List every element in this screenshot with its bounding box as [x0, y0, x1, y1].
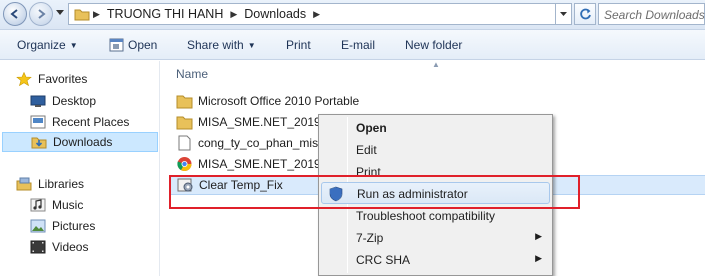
- nav-desktop-label: Desktop: [52, 94, 97, 108]
- menu-item-7zip[interactable]: 7-Zip ▶: [321, 227, 550, 249]
- sort-indicator-icon: ▲: [432, 60, 440, 69]
- arrow-left-icon: [10, 9, 18, 19]
- arrow-right-icon: [38, 9, 46, 19]
- star-icon: [16, 72, 32, 86]
- print-button[interactable]: Print: [286, 38, 311, 52]
- column-header-name[interactable]: Name: [176, 67, 208, 81]
- chrome-icon: [177, 157, 192, 171]
- chevron-down-icon: ▼: [69, 40, 78, 50]
- breadcrumb-downloads[interactable]: Downloads: [244, 7, 306, 21]
- search-placeholder: Search Downloads: [604, 8, 705, 22]
- submenu-arrow-icon: ▶: [535, 253, 542, 263]
- menu-item-troubleshoot-label: Troubleshoot compatibility: [356, 209, 495, 223]
- address-field[interactable]: ▶ TRUONG THI HANH ▶ Downloads ▶: [68, 3, 556, 25]
- new-folder-label: New folder: [405, 38, 463, 52]
- program-icon: [109, 38, 124, 52]
- organize-button[interactable]: Organize ▼: [17, 38, 78, 52]
- file-name: cong_ty_co_phan_misa: [198, 136, 325, 150]
- email-label: E-mail: [341, 38, 376, 52]
- refresh-icon: [579, 8, 591, 19]
- chevron-down-icon: [560, 11, 567, 16]
- refresh-button[interactable]: [574, 3, 596, 25]
- recent-pages-dropdown-icon[interactable]: [56, 10, 64, 16]
- nav-downloads[interactable]: Downloads: [2, 132, 158, 152]
- nav-music[interactable]: Music: [30, 195, 83, 215]
- libraries-icon: [16, 177, 32, 191]
- submenu-arrow-icon: ▶: [535, 231, 542, 241]
- list-item[interactable]: cong_ty_co_phan_misa: [176, 133, 325, 153]
- nav-desktop[interactable]: Desktop: [30, 91, 96, 111]
- menu-item-7zip-label: 7-Zip: [356, 231, 384, 245]
- breadcrumb-user[interactable]: TRUONG THI HANH: [107, 7, 223, 21]
- organize-label: Organize: [17, 38, 66, 52]
- nav-pictures[interactable]: Pictures: [30, 216, 95, 236]
- file-name: Microsoft Office 2010 Portable: [198, 94, 360, 108]
- nav-videos[interactable]: Videos: [30, 237, 88, 257]
- nav-downloads-label: Downloads: [53, 135, 113, 149]
- desktop-icon: [30, 95, 46, 107]
- command-bar: Organize ▼ Open Share with ▼ Print E-mai…: [0, 30, 705, 60]
- list-item[interactable]: Microsoft Office 2010 Portable: [176, 91, 359, 111]
- nav-libraries[interactable]: Libraries: [16, 174, 84, 194]
- document-icon: [178, 135, 191, 151]
- back-button[interactable]: [3, 2, 27, 26]
- pictures-icon: [30, 219, 46, 233]
- menu-item-open[interactable]: Open: [321, 117, 550, 139]
- nav-favorites-label: Favorites: [38, 72, 88, 86]
- forward-button[interactable]: [29, 2, 53, 26]
- menu-item-crc-sha[interactable]: CRC SHA ▶: [321, 249, 550, 271]
- folder-icon: [74, 9, 90, 21]
- search-input[interactable]: Search Downloads: [598, 3, 705, 25]
- address-history-dropdown[interactable]: [556, 3, 572, 25]
- breadcrumb-separator-icon[interactable]: ▶: [230, 9, 237, 20]
- music-icon: [30, 198, 46, 212]
- videos-icon: [30, 240, 46, 254]
- open-button[interactable]: Open: [109, 38, 157, 52]
- email-button[interactable]: E-mail: [341, 38, 375, 52]
- menu-item-crc-sha-label: CRC SHA: [356, 253, 411, 267]
- nav-videos-label: Videos: [52, 240, 89, 254]
- menu-item-edit[interactable]: Edit: [321, 139, 550, 161]
- nav-music-label: Music: [52, 198, 84, 212]
- menu-item-edit-label: Edit: [356, 143, 377, 157]
- share-with-label: Share with: [187, 38, 244, 52]
- open-label: Open: [128, 38, 158, 52]
- print-label: Print: [286, 38, 311, 52]
- menu-item-open-label: Open: [356, 121, 387, 135]
- breadcrumb-separator-icon[interactable]: ▶: [93, 9, 100, 20]
- navigation-pane: Favorites Desktop Recent Places Download…: [0, 61, 160, 276]
- nav-pictures-label: Pictures: [52, 219, 96, 233]
- recent-places-icon: [30, 115, 46, 129]
- folder-icon: [176, 95, 193, 109]
- nav-recent-places[interactable]: Recent Places: [30, 112, 129, 132]
- new-folder-button[interactable]: New folder: [405, 38, 462, 52]
- nav-favorites[interactable]: Favorites: [16, 69, 87, 89]
- folder-icon: [176, 116, 193, 130]
- nav-recent-places-label: Recent Places: [52, 115, 130, 129]
- share-with-button[interactable]: Share with ▼: [187, 38, 256, 52]
- address-bar-row: ▶ TRUONG THI HANH ▶ Downloads ▶ Search D…: [0, 0, 705, 30]
- highlight-annotation-box: [169, 175, 580, 209]
- nav-libraries-label: Libraries: [38, 177, 85, 191]
- downloads-folder-icon: [31, 137, 47, 149]
- chevron-down-icon: ▼: [247, 40, 256, 50]
- breadcrumb-separator-icon[interactable]: ▶: [313, 9, 320, 20]
